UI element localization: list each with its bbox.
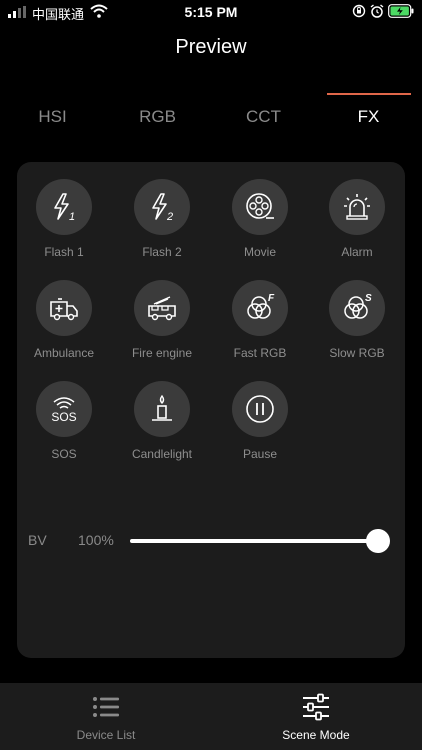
candle-icon [152,394,172,421]
effects-panel: 1 Flash 1 2 Flash 2 Movie Alarm Ambulanc… [17,162,405,658]
effect-ambulance[interactable]: Ambulance [16,280,112,360]
effect-label: Flash 1 [44,245,84,259]
brightness-label: BV [28,532,47,548]
effect-label: Candlelight [131,447,193,461]
bottom-nav: Device List Scene Mode [0,683,422,750]
effect-candlelight[interactable]: Candlelight [114,381,210,461]
effect-label: Movie [243,245,276,259]
nav-label: Device List [76,728,136,742]
alarm-siren-icon [344,194,370,220]
brightness-slider-thumb[interactable] [366,529,390,553]
svg-text:2: 2 [166,211,173,223]
effect-pause[interactable]: Pause [212,381,308,461]
flash-2-icon: 2 [152,193,173,223]
tab-fx[interactable]: FX [316,107,421,127]
effect-fire-engine[interactable]: Fire engine [114,280,210,360]
sos-icon: SOS [51,397,77,424]
effect-label: Pause [242,447,278,461]
rgb-circles-f-icon: F [247,293,275,319]
brightness-value: 100% [78,532,114,548]
orientation-lock-icon [352,4,366,18]
tab-rgb[interactable]: RGB [105,107,210,127]
nav-label: Scene Mode [282,728,350,742]
effect-fast-rgb[interactable]: F Fast RGB [212,280,308,360]
svg-text:F: F [268,293,275,304]
tab-cct[interactable]: CCT [211,107,316,127]
effect-label: Fast RGB [233,346,287,360]
film-reel-icon [246,193,274,219]
nav-device-list[interactable]: Device List [26,693,186,742]
tab-hsi[interactable]: HSI [0,107,105,127]
svg-text:S: S [365,293,372,304]
effect-label: Ambulance [33,346,95,360]
rgb-circles-s-icon: S [344,293,372,319]
effect-movie[interactable]: Movie [212,179,308,259]
effect-alarm[interactable]: Alarm [309,179,405,259]
brightness-slider-track[interactable] [130,539,380,543]
svg-text:1: 1 [69,211,75,223]
alarm-clock-icon [370,4,384,18]
effect-sos[interactable]: SOS SOS [16,381,112,461]
flash-1-icon: 1 [54,193,75,223]
page-title: Preview [175,36,247,58]
fire-engine-icon [148,296,176,321]
mode-tabs: HSI RGB CCT FX [0,92,422,132]
effect-flash-1[interactable]: 1 Flash 1 [16,179,112,259]
active-tab-indicator [327,93,411,95]
pause-icon [246,395,274,423]
sliders-icon [303,693,329,721]
effect-flash-2[interactable]: 2 Flash 2 [114,179,210,259]
effect-label: Alarm [341,245,373,259]
effect-label: SOS [51,447,77,461]
svg-text:SOS: SOS [51,410,76,424]
effect-label: Fire engine [131,346,193,360]
nav-scene-mode[interactable]: Scene Mode [236,693,396,742]
effect-label: Slow RGB [329,346,385,360]
effect-slow-rgb[interactable]: S Slow RGB [309,280,405,360]
list-icon [93,697,119,717]
effect-label: Flash 2 [142,245,182,259]
ambulance-icon [50,298,78,321]
status-bar: 中国联通 5:15 PM [0,0,422,24]
battery-charging-icon [388,4,414,18]
